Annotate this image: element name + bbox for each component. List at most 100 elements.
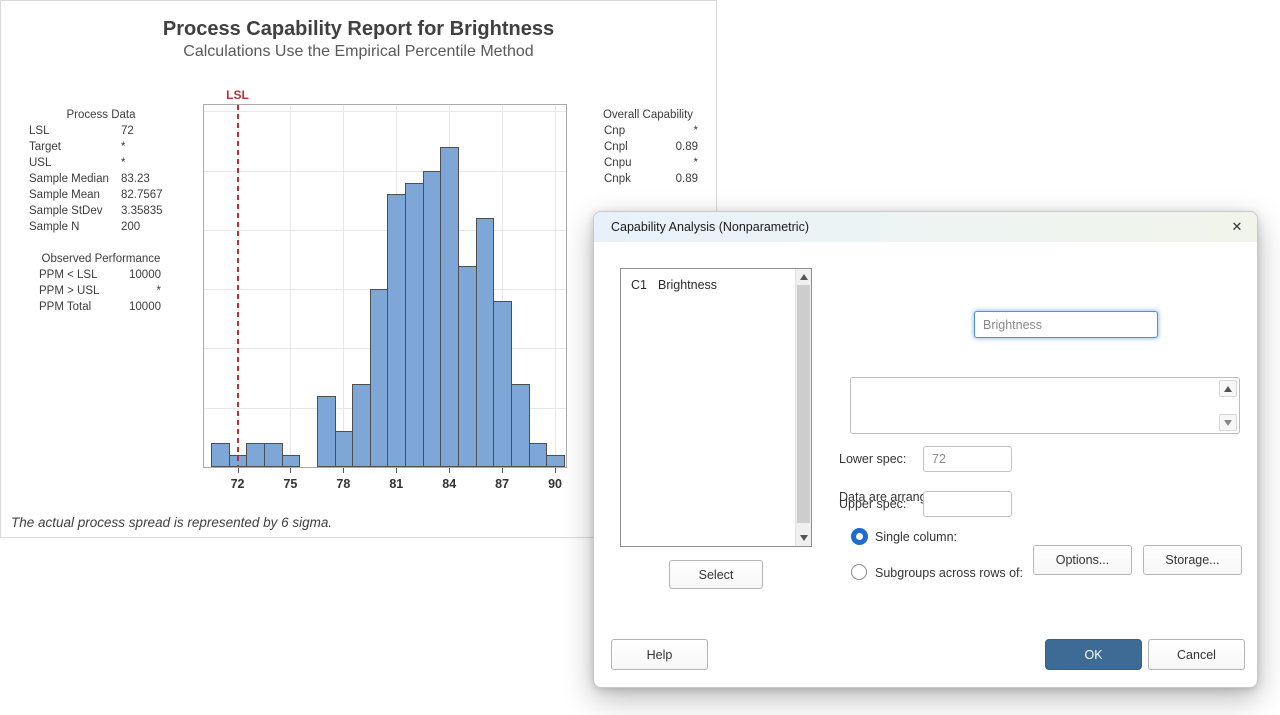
x-axis-tick: [238, 468, 239, 473]
cancel-button[interactable]: Cancel: [1148, 639, 1245, 670]
x-axis-tick-label: 78: [323, 477, 363, 491]
observed-performance-title: Observed Performance: [21, 251, 181, 267]
histogram-bar: [423, 171, 442, 467]
stat-label: Target: [29, 139, 121, 155]
single-column-input[interactable]: [974, 311, 1158, 338]
stat-value: *: [121, 155, 189, 171]
stat-value: 0.89: [631, 171, 698, 187]
histogram-bar: [211, 443, 230, 467]
scroll-down-button[interactable]: [1219, 414, 1237, 431]
lsl-reference-line: [237, 105, 239, 467]
x-gridline: [555, 105, 556, 467]
histogram-bar: [246, 443, 265, 467]
x-axis-tick-label: 87: [482, 477, 522, 491]
column-list-item[interactable]: C1Brightness: [621, 269, 811, 292]
close-icon: ✕: [1232, 219, 1243, 235]
stat-label: Sample StDev: [29, 203, 121, 219]
stat-value: *: [632, 155, 699, 171]
x-axis-tick-label: 84: [429, 477, 469, 491]
stat-row: Target*: [21, 139, 189, 155]
lsl-label: LSL: [223, 88, 253, 102]
stat-row: Sample StDev3.35835: [21, 203, 189, 219]
histogram-bar: [511, 384, 530, 467]
options-button[interactable]: Options...: [1033, 545, 1132, 575]
subgroups-radio[interactable]: [851, 564, 867, 580]
stat-row: Sample N200: [21, 219, 189, 235]
overall-capability-title: Overall Capability: [598, 107, 698, 123]
y-gridline: [204, 111, 566, 112]
report-subtitle: Calculations Use the Empirical Percentil…: [1, 43, 716, 61]
upper-spec-input[interactable]: [923, 491, 1012, 517]
observed-performance-panel: Observed Performance PPM < LSL10000PPM >…: [21, 251, 189, 315]
listbox-scrollbar[interactable]: [795, 269, 811, 546]
x-gridline: [290, 105, 291, 467]
histogram-bar: [546, 455, 565, 467]
stat-label: Sample Median: [29, 171, 121, 187]
columns-listbox[interactable]: C1Brightness: [620, 268, 812, 547]
select-button[interactable]: Select: [669, 560, 763, 589]
stat-row: Sample Mean82.7567: [21, 187, 189, 203]
dialog-titlebar: Capability Analysis (Nonparametric): [594, 212, 1257, 242]
stat-row: PPM < LSL10000: [39, 267, 161, 283]
upper-spec-label: Upper spec:: [839, 496, 906, 512]
overall-capability-rows: Cnp*Cnpl0.89Cnpu*Cnpk0.89: [598, 123, 698, 187]
histogram-bar: [282, 455, 301, 467]
stat-row: Cnpk0.89: [598, 171, 698, 187]
column-id: C1: [631, 278, 658, 292]
scrollbar-thumb[interactable]: [797, 285, 810, 523]
process-data-title: Process Data: [21, 107, 181, 123]
histogram-bar: [335, 431, 354, 467]
stat-value: 72: [121, 123, 189, 139]
stat-value: 82.7567: [121, 187, 189, 203]
histogram-bar: [529, 443, 548, 467]
histogram-bar: [264, 443, 283, 467]
stat-value: 10000: [91, 299, 161, 315]
x-axis-tick: [555, 468, 556, 473]
scroll-up-button[interactable]: [1219, 380, 1237, 397]
x-axis-tick: [449, 468, 450, 473]
stat-label: Cnpu: [604, 155, 632, 171]
subgroups-textarea[interactable]: [850, 377, 1240, 434]
storage-button[interactable]: Storage...: [1143, 545, 1242, 575]
x-axis-tick-label: 72: [218, 477, 258, 491]
stat-label: PPM > USL: [39, 283, 99, 299]
stat-label: Cnpl: [604, 139, 628, 155]
report-footnote: The actual process spread is represented…: [11, 515, 332, 530]
help-button[interactable]: Help: [611, 639, 708, 670]
stat-label: Sample N: [29, 219, 121, 235]
ok-button[interactable]: OK: [1045, 639, 1142, 670]
stat-label: PPM < LSL: [39, 267, 98, 283]
histogram-bar: [405, 183, 424, 467]
process-data-panel: Process Data LSL72Target*USL*Sample Medi…: [21, 107, 189, 235]
column-name: Brightness: [658, 278, 717, 292]
stat-value: 3.35835: [121, 203, 189, 219]
stat-row: PPM > USL*: [39, 283, 161, 299]
stat-value: 83.23: [121, 171, 189, 187]
process-data-rows: LSL72Target*USL*Sample Median83.23Sample…: [21, 123, 189, 235]
x-axis-tick: [343, 468, 344, 473]
stat-label: PPM Total: [39, 299, 91, 315]
stat-label: LSL: [29, 123, 121, 139]
x-axis-tick-label: 75: [270, 477, 310, 491]
stat-row: Cnpu*: [598, 155, 698, 171]
close-button[interactable]: ✕: [1228, 218, 1246, 236]
triangle-down-icon: [1224, 420, 1232, 426]
overall-capability-panel: Overall Capability Cnp*Cnpl0.89Cnpu*Cnpk…: [598, 107, 698, 187]
x-axis-tick: [396, 468, 397, 473]
stat-row: Cnp*: [598, 123, 698, 139]
single-column-radio[interactable]: [851, 528, 868, 545]
lower-spec-label: Lower spec:: [839, 451, 906, 467]
histogram-bar: [317, 396, 336, 467]
stat-value: 10000: [98, 267, 162, 283]
triangle-up-icon: [1224, 386, 1232, 392]
scroll-down-button[interactable]: [796, 530, 811, 546]
x-axis-tick: [502, 468, 503, 473]
x-axis-tick-label: 90: [535, 477, 575, 491]
scroll-up-button[interactable]: [796, 269, 811, 285]
capability-analysis-dialog: Capability Analysis (Nonparametric) ✕ C1…: [593, 211, 1258, 688]
lower-spec-input[interactable]: [923, 446, 1012, 472]
x-axis-tick: [290, 468, 291, 473]
x-gridline: [343, 105, 344, 467]
histogram-bar: [476, 218, 495, 467]
histogram-plot: LSL72757881848790: [203, 104, 567, 468]
